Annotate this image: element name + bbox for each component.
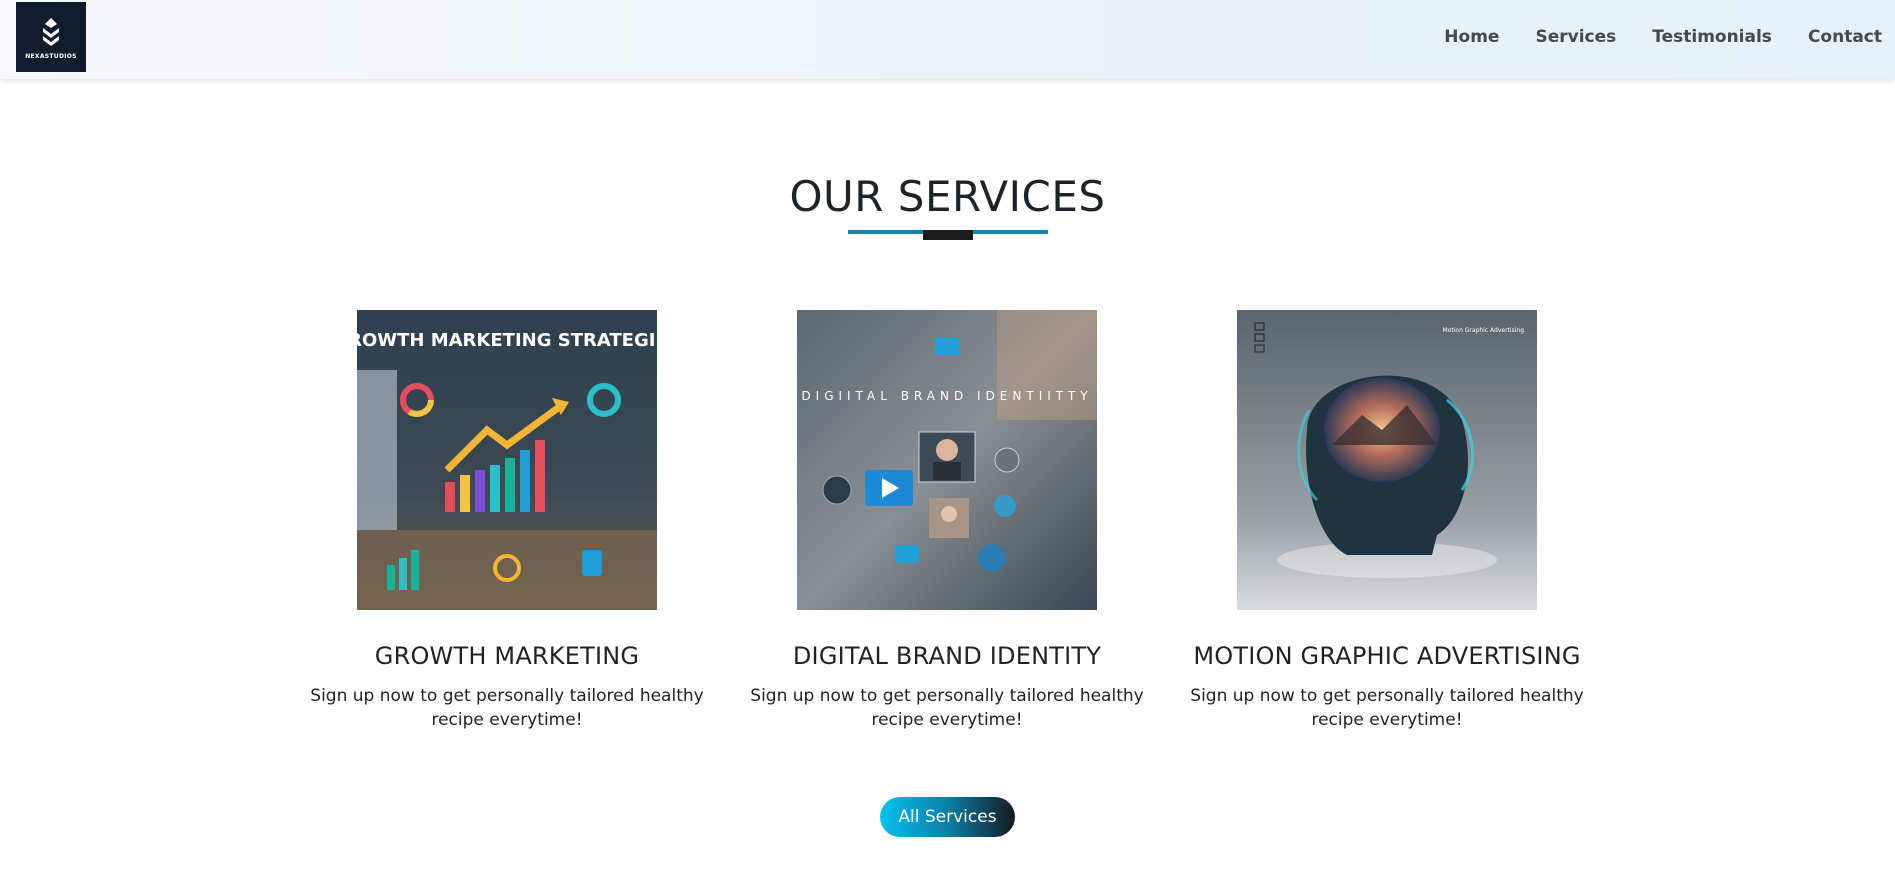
service-title: DIGITAL BRAND IDENTITY <box>792 642 1102 670</box>
service-description: Sign up now to get personally tailored h… <box>750 686 1144 730</box>
service-title: MOTION GRAPHIC ADVERTISING <box>1193 642 1581 670</box>
main-nav: Home Services Testimonials Contact <box>1444 0 1895 74</box>
title-underline-accent <box>923 230 973 240</box>
service-card-digital-brand-identity: DIGIITAL BRAND IDENTIITTY DIGITAL BRAND … <box>747 310 1147 732</box>
nav-testimonials[interactable]: Testimonials <box>1652 27 1772 47</box>
motion-image-caption: Motion Graphic Advertising <box>1443 327 1525 334</box>
brand-image-caption: DIGIITAL BRAND IDENTIITTY <box>801 389 1092 403</box>
site-header: NEXASTUDIOS Home Services Testimonials C… <box>0 0 1895 79</box>
nav-contact[interactable]: Contact <box>1808 27 1882 47</box>
all-services-button[interactable]: All Services <box>880 797 1015 837</box>
growth-marketing-image: GROWTH MARKETING STRATEGIES <box>357 310 657 610</box>
motion-graphic-advertising-image: Motion Graphic Advertising <box>1237 310 1537 610</box>
logo-mark-icon <box>43 18 59 46</box>
logo[interactable]: NEXASTUDIOS <box>16 2 86 72</box>
digital-brand-identity-image: DIGIITAL BRAND IDENTIITTY <box>797 310 1097 610</box>
logo-text: NEXASTUDIOS <box>25 53 77 60</box>
service-description: Sign up now to get personally tailored h… <box>1190 686 1584 730</box>
service-card-motion-graphic-advertising: Motion Graphic Advertising MOTION GRAPHI… <box>1187 310 1587 732</box>
nav-services[interactable]: Services <box>1535 27 1616 47</box>
growth-image-caption: GROWTH MARKETING STRATEGIES <box>357 330 657 351</box>
service-card-growth-marketing: GROWTH MARKETING STRATEGIES GROWTH MARKE… <box>307 310 707 732</box>
service-title: GROWTH MARKETING <box>374 642 640 670</box>
nav-home[interactable]: Home <box>1444 27 1499 47</box>
service-description: Sign up now to get personally tailored h… <box>310 686 704 730</box>
section-title: OUR SERVICES <box>789 172 1106 221</box>
